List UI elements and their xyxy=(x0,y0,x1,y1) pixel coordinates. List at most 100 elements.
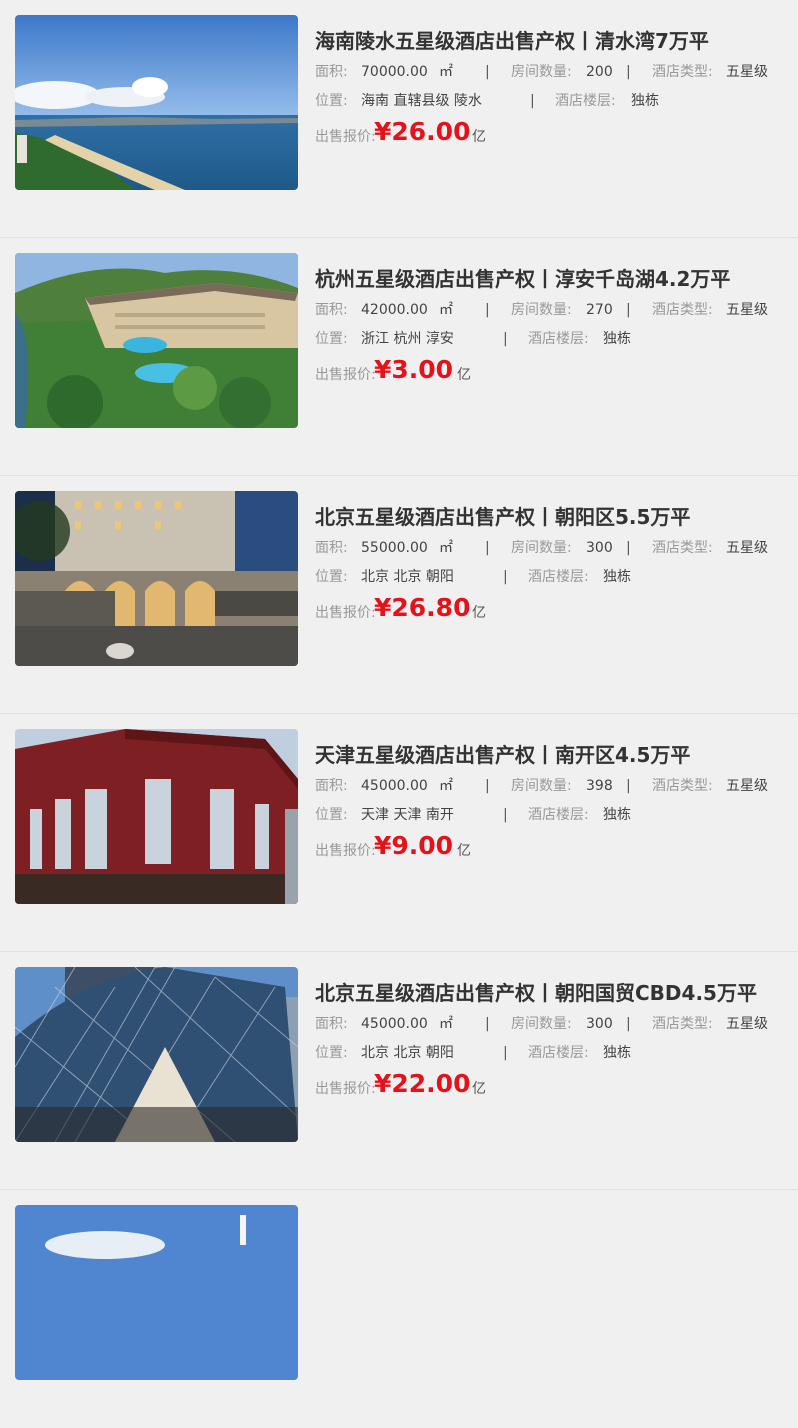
area-label: 面积: xyxy=(315,302,348,318)
type-label: 酒店类型: xyxy=(652,64,713,80)
listing-price-row: 出售报价: ¥26.80 亿 xyxy=(315,593,785,625)
listing-info: 北京五星级酒店出售产权丨朝阳区5.5万平 面积: 55000.00 ㎡ | 房间… xyxy=(315,504,785,625)
listing-specs-row: 面积: 42000.00 ㎡ | 房间数量: 270 | 酒店类型: 五星级 xyxy=(315,301,785,319)
separator: | xyxy=(485,1016,490,1032)
area-unit: ㎡ xyxy=(439,540,453,556)
listing-card[interactable] xyxy=(0,1190,798,1428)
listing-image[interactable] xyxy=(15,1205,298,1380)
price-value: ¥9.00 xyxy=(374,831,454,860)
type-value: 五星级 xyxy=(726,302,768,318)
listing-price-row: 出售报价: ¥22.00 亿 xyxy=(315,1069,785,1101)
listing-image[interactable] xyxy=(15,967,298,1142)
area-value: 42000.00 xyxy=(361,302,428,318)
price-label: 出售报价: xyxy=(315,1081,376,1097)
listing-price-row: 出售报价: ¥9.00 亿 xyxy=(315,831,785,863)
listing-info: 海南陵水五星级酒店出售产权丨清水湾7万平 面积: 70000.00 ㎡ | 房间… xyxy=(315,28,785,149)
area-label: 面积: xyxy=(315,1016,348,1032)
separator: | xyxy=(626,540,631,556)
listing-image[interactable] xyxy=(15,15,298,190)
price-unit: 亿 xyxy=(457,843,471,859)
rooms-value: 398 xyxy=(586,778,613,794)
separator: | xyxy=(503,807,508,823)
separator: | xyxy=(485,302,490,318)
separator: | xyxy=(626,1016,631,1032)
rooms-value: 200 xyxy=(586,64,613,80)
floors-value: 独栋 xyxy=(603,1045,631,1061)
listing-location-row: 位置: 北京 北京 朝阳 | 酒店楼层: 独栋 xyxy=(315,1044,785,1062)
floors-label: 酒店楼层: xyxy=(528,569,589,585)
sky-building-photo xyxy=(15,1205,298,1380)
area-value: 70000.00 xyxy=(361,64,428,80)
rooms-value: 300 xyxy=(586,540,613,556)
price-value: ¥26.80 xyxy=(374,593,471,622)
type-value: 五星级 xyxy=(726,540,768,556)
listing-card[interactable]: 杭州五星级酒店出售产权丨淳安千岛湖4.2万平 面积: 42000.00 ㎡ | … xyxy=(0,238,798,476)
separator: | xyxy=(503,1045,508,1061)
separator: | xyxy=(626,302,631,318)
listing-image[interactable] xyxy=(15,253,298,428)
price-unit: 亿 xyxy=(472,129,486,145)
type-value: 五星级 xyxy=(726,1016,768,1032)
listing-card[interactable]: 北京五星级酒店出售产权丨朝阳区5.5万平 面积: 55000.00 ㎡ | 房间… xyxy=(0,476,798,714)
location-value: 北京 北京 朝阳 xyxy=(361,569,454,585)
listing-title[interactable]: 天津五星级酒店出售产权丨南开区4.5万平 xyxy=(315,742,785,768)
location-label: 位置: xyxy=(315,93,348,109)
type-label: 酒店类型: xyxy=(652,778,713,794)
listing-image[interactable] xyxy=(15,729,298,904)
location-value: 海南 直辖县级 陵水 xyxy=(361,93,482,109)
separator: | xyxy=(485,540,490,556)
listing-location-row: 位置: 浙江 杭州 淳安 | 酒店楼层: 独栋 xyxy=(315,330,785,348)
rooms-label: 房间数量: xyxy=(511,540,572,556)
listing-card[interactable]: 北京五星级酒店出售产权丨朝阳国贸CBD4.5万平 面积: 45000.00 ㎡ … xyxy=(0,952,798,1190)
lakeside-resort-photo xyxy=(15,253,298,428)
price-label: 出售报价: xyxy=(315,843,376,859)
separator: | xyxy=(503,331,508,347)
separator: | xyxy=(626,778,631,794)
price-label: 出售报价: xyxy=(315,367,376,383)
area-unit: ㎡ xyxy=(439,302,453,318)
listing-price-row: 出售报价: ¥26.00 亿 xyxy=(315,117,785,149)
area-label: 面积: xyxy=(315,540,348,556)
beach-resort-photo xyxy=(15,15,298,190)
listing-title[interactable]: 北京五星级酒店出售产权丨朝阳国贸CBD4.5万平 xyxy=(315,980,785,1006)
floors-value: 独栋 xyxy=(631,93,659,109)
listing-card[interactable]: 天津五星级酒店出售产权丨南开区4.5万平 面积: 45000.00 ㎡ | 房间… xyxy=(0,714,798,952)
murray-hotel-photo xyxy=(15,491,298,666)
separator: | xyxy=(485,64,490,80)
area-value: 55000.00 xyxy=(361,540,428,556)
listing-specs-row: 面积: 55000.00 ㎡ | 房间数量: 300 | 酒店类型: 五星级 xyxy=(315,539,785,557)
listing-title[interactable]: 杭州五星级酒店出售产权丨淳安千岛湖4.2万平 xyxy=(315,266,785,292)
listing-location-row: 位置: 北京 北京 朝阳 | 酒店楼层: 独栋 xyxy=(315,568,785,586)
listing-price-row: 出售报价: ¥3.00 亿 xyxy=(315,355,785,387)
price-label: 出售报价: xyxy=(315,605,376,621)
location-label: 位置: xyxy=(315,807,348,823)
listing-location-row: 位置: 海南 直辖县级 陵水 | 酒店楼层: 独栋 xyxy=(315,92,785,110)
separator: | xyxy=(485,778,490,794)
rooms-label: 房间数量: xyxy=(511,778,572,794)
listing-card[interactable]: 海南陵水五星级酒店出售产权丨清水湾7万平 面积: 70000.00 ㎡ | 房间… xyxy=(0,0,798,238)
listing-title[interactable]: 北京五星级酒店出售产权丨朝阳区5.5万平 xyxy=(315,504,785,530)
floors-value: 独栋 xyxy=(603,331,631,347)
location-label: 位置: xyxy=(315,1045,348,1061)
price-value: ¥26.00 xyxy=(374,117,471,146)
price-label: 出售报价: xyxy=(315,129,376,145)
floors-label: 酒店楼层: xyxy=(528,1045,589,1061)
area-value: 45000.00 xyxy=(361,778,428,794)
area-label: 面积: xyxy=(315,64,348,80)
rooms-label: 房间数量: xyxy=(511,1016,572,1032)
location-value: 天津 天津 南开 xyxy=(361,807,454,823)
rooms-value: 300 xyxy=(586,1016,613,1032)
floors-label: 酒店楼层: xyxy=(528,807,589,823)
listing-specs-row: 面积: 45000.00 ㎡ | 房间数量: 398 | 酒店类型: 五星级 xyxy=(315,777,785,795)
floors-label: 酒店楼层: xyxy=(528,331,589,347)
area-unit: ㎡ xyxy=(439,778,453,794)
floors-value: 独栋 xyxy=(603,569,631,585)
listing-title[interactable]: 海南陵水五星级酒店出售产权丨清水湾7万平 xyxy=(315,28,785,54)
separator: | xyxy=(530,93,535,109)
listing-image[interactable] xyxy=(15,491,298,666)
type-label: 酒店类型: xyxy=(652,1016,713,1032)
type-value: 五星级 xyxy=(726,778,768,794)
location-label: 位置: xyxy=(315,331,348,347)
floors-value: 独栋 xyxy=(603,807,631,823)
floors-label: 酒店楼层: xyxy=(555,93,616,109)
